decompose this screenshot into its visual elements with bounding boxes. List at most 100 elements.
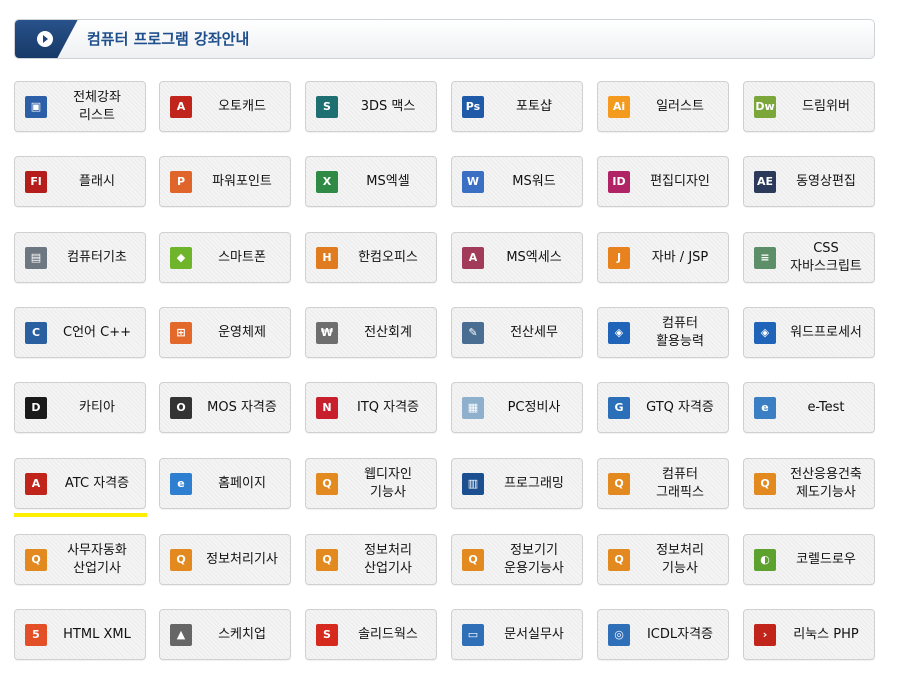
course-tile[interactable]: ▣ 전체강좌 리스트 [14, 81, 146, 132]
css-javascript-icon: ≡ [754, 247, 776, 269]
course-tile[interactable]: ◆ 스마트폰 [159, 232, 291, 283]
course-tile[interactable]: Ai 일러스트 [597, 81, 729, 132]
course-tile[interactable]: A 오토캐드 [159, 81, 291, 132]
course-tile[interactable]: Q 전산응용건축 제도기능사 [743, 458, 875, 509]
course-tile[interactable]: › 리눅스 PHP [743, 609, 875, 660]
course-tile[interactable]: A MS엑세스 [451, 232, 583, 283]
computer-basics-icon: ▤ [25, 247, 47, 269]
q-net-icon: Q [608, 473, 630, 495]
course-tile[interactable]: 5 HTML XML [14, 609, 146, 660]
course-tile[interactable]: ▤ 컴퓨터기초 [14, 232, 146, 283]
course-label: 자바 / JSP [651, 249, 709, 265]
dreamweaver-icon: Dw [754, 96, 776, 118]
course-label: 스마트폰 [218, 249, 266, 265]
course-label: 컴퓨터 그래픽스 [656, 466, 704, 500]
course-tile[interactable]: ◈ 워드프로세서 [743, 307, 875, 358]
course-tile[interactable]: O MOS 자격증 [159, 382, 291, 433]
course-tile[interactable]: D 카티아 [14, 382, 146, 433]
course-tile[interactable]: e 홈페이지 [159, 458, 291, 509]
course-tile[interactable]: G GTQ 자격증 [597, 382, 729, 433]
course-tile[interactable]: Q 사무자동화 산업기사 [14, 534, 146, 585]
course-label: MOS 자격증 [207, 399, 277, 415]
photoshop-icon: Ps [462, 96, 484, 118]
course-tile[interactable]: ✎ 전산세무 [451, 307, 583, 358]
course-tile[interactable]: ▲ 스케치업 [159, 609, 291, 660]
autocad-icon: A [170, 96, 192, 118]
course-tile[interactable]: Q 정보처리기사 [159, 534, 291, 585]
course-label: 한컴오피스 [358, 249, 418, 265]
course-tile[interactable]: P 파워포인트 [159, 156, 291, 207]
course-tile[interactable]: S 3DS 맥스 [305, 81, 437, 132]
course-label: 전체강좌 리스트 [73, 89, 121, 123]
course-label: ITQ 자격증 [356, 399, 420, 415]
c-language-icon: C [25, 322, 47, 344]
course-tile[interactable]: ≡ CSS 자바스크립트 [743, 232, 875, 283]
document-icon: ▭ [462, 624, 484, 646]
word-processor-icon: ◈ [754, 322, 776, 344]
course-tile[interactable]: J 자바 / JSP [597, 232, 729, 283]
q-net-icon: Q [608, 549, 630, 571]
course-label: 편집디자인 [650, 173, 710, 189]
course-label: 드림위버 [802, 98, 850, 114]
course-label: 운영체제 [218, 324, 266, 340]
internet-explorer-icon: e [170, 473, 192, 495]
course-tile[interactable]: Q 정보처리 기능사 [597, 534, 729, 585]
course-label: 워드프로세서 [790, 324, 862, 340]
course-tile[interactable]: S 솔리드웍스 [305, 609, 437, 660]
course-label: GTQ 자격증 [646, 399, 714, 415]
course-tile[interactable]: ₩ 전산회계 [305, 307, 437, 358]
course-tile[interactable]: X MS엑셀 [305, 156, 437, 207]
course-label: 일러스트 [656, 98, 704, 114]
word-icon: W [462, 171, 484, 193]
arrow-circle-icon [37, 31, 53, 47]
course-tile[interactable]: Q 웹디자인 기능사 [305, 458, 437, 509]
course-tile[interactable]: C C언어 C++ [14, 307, 146, 358]
course-label: ATC 자격증 [64, 475, 130, 491]
course-tile[interactable]: Dw 드림위버 [743, 81, 875, 132]
course-label: 전산응용건축 제도기능사 [790, 466, 862, 500]
mos-icon: O [170, 397, 192, 419]
e-test-icon: e [754, 397, 776, 419]
course-label: ICDL자격증 [646, 626, 714, 642]
course-label: 프로그래밍 [504, 475, 564, 491]
gtq-icon: G [608, 397, 630, 419]
course-label: 웹디자인 기능사 [364, 466, 412, 500]
section-header: 컴퓨터 프로그램 강좌안내 [14, 19, 875, 59]
course-label: 파워포인트 [212, 173, 272, 189]
course-tile[interactable]: ID 편집디자인 [597, 156, 729, 207]
windows-icon: ⊞ [170, 322, 192, 344]
excel-icon: X [316, 171, 338, 193]
course-tile[interactable]: Q 정보처리 산업기사 [305, 534, 437, 585]
course-tile[interactable]: ▥ 프로그래밍 [451, 458, 583, 509]
icdl-icon: ◎ [608, 624, 630, 646]
course-tile[interactable]: A ATC 자격증 [14, 458, 146, 509]
course-tile[interactable]: Q 컴퓨터 그래픽스 [597, 458, 729, 509]
course-label: 사무자동화 산업기사 [67, 542, 127, 576]
course-tile[interactable]: ◐ 코렐드로우 [743, 534, 875, 585]
course-tile[interactable]: ▭ 문서실무사 [451, 609, 583, 660]
course-tile[interactable]: Ps 포토샵 [451, 81, 583, 132]
course-tile[interactable]: ◎ ICDL자격증 [597, 609, 729, 660]
course-tile[interactable]: Fl 플래시 [14, 156, 146, 207]
course-tile[interactable]: ◈ 컴퓨터 활용능력 [597, 307, 729, 358]
q-net-icon: Q [754, 473, 776, 495]
course-tile[interactable]: W MS워드 [451, 156, 583, 207]
course-label: 정보기기 운용기능사 [504, 542, 564, 576]
access-icon: A [462, 247, 484, 269]
selected-underline [14, 513, 147, 517]
course-tile[interactable]: N ITQ 자격증 [305, 382, 437, 433]
linux-php-icon: › [754, 624, 776, 646]
course-tile[interactable]: ▦ PC정비사 [451, 382, 583, 433]
course-tile[interactable]: ⊞ 운영체제 [159, 307, 291, 358]
course-tile[interactable]: H 한컴오피스 [305, 232, 437, 283]
illustrator-icon: Ai [608, 96, 630, 118]
android-icon: ◆ [170, 247, 192, 269]
course-tile[interactable]: Q 정보기기 운용기능사 [451, 534, 583, 585]
course-tile[interactable]: AE 동영상편집 [743, 156, 875, 207]
course-label: 문서실무사 [504, 626, 564, 642]
course-tile[interactable]: e e-Test [743, 382, 875, 433]
course-label: 전산세무 [510, 324, 558, 340]
sketchup-icon: ▲ [170, 624, 192, 646]
3ds-max-icon: S [316, 96, 338, 118]
q-net-icon: Q [316, 473, 338, 495]
